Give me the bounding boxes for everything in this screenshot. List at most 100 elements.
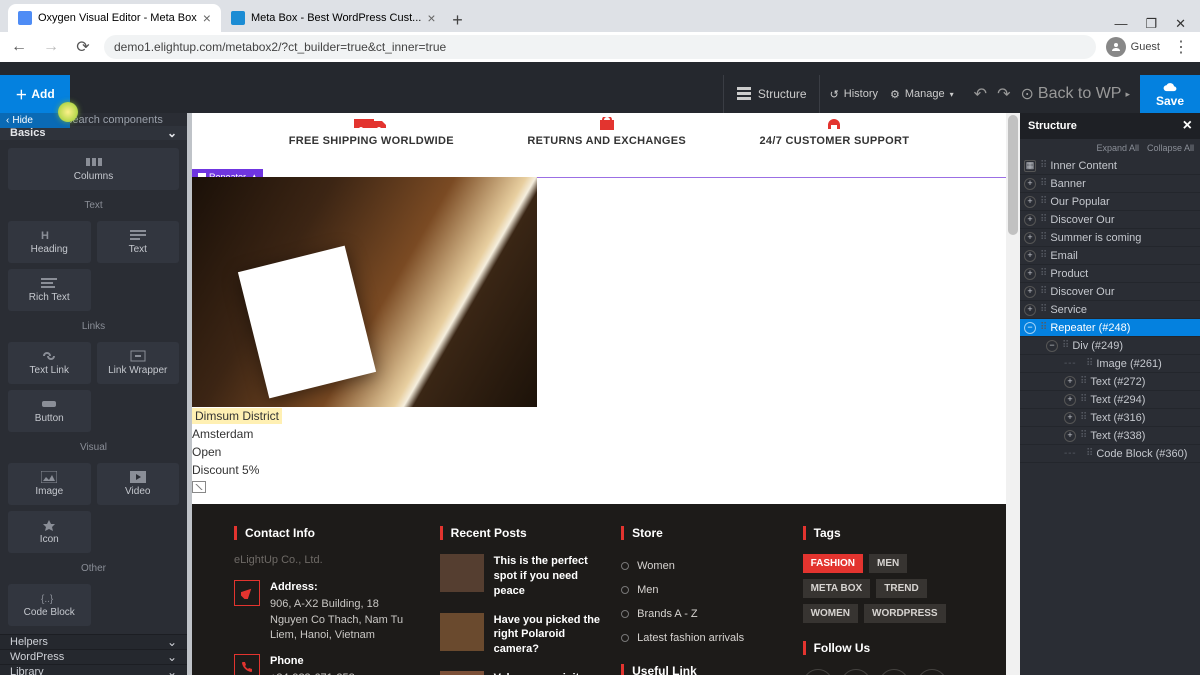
drag-handle[interactable]: ⠿ [1040,286,1046,297]
tile-icon[interactable]: Icon [8,511,91,553]
tile-richtext[interactable]: Rich Text [8,269,91,311]
tree-row[interactable]: +⠿Text (#316) [1020,409,1200,427]
repeater-discount[interactable]: Discount 5% [192,461,1006,479]
category-basics[interactable]: Basics ⌄ [0,126,187,140]
expand-icon[interactable]: + [1064,376,1076,388]
tag-chip[interactable]: TREND [876,579,926,598]
save-button[interactable]: Save [1140,75,1200,113]
tile-heading[interactable]: HHeading [8,221,91,263]
tag-chip[interactable]: FASHION [803,554,863,573]
expand-all[interactable]: Expand All [1096,143,1139,153]
expand-icon[interactable]: + [1024,286,1036,298]
expand-icon[interactable]: + [1024,304,1036,316]
tile-image[interactable]: Image [8,463,91,505]
tree-row[interactable]: - - -⠿Code Block (#360) [1020,445,1200,463]
tree-row[interactable]: +⠿Email [1020,247,1200,265]
tile-video[interactable]: Video [97,463,180,505]
tile-button[interactable]: Button [8,390,91,432]
profile-chip[interactable]: Guest [1106,37,1160,57]
drag-handle[interactable]: ⠿ [1080,412,1086,423]
tree-row[interactable]: +⠿Product [1020,265,1200,283]
tree-row[interactable]: - - -⠿Image (#261) [1020,355,1200,373]
tree-row[interactable]: −⠿Repeater (#248) [1020,319,1200,337]
tile-textlink[interactable]: Text Link [8,342,91,384]
menu-icon[interactable]: ⋮ [1170,36,1192,58]
drag-handle[interactable]: ⠿ [1040,232,1046,243]
drag-handle[interactable]: ⠿ [1040,304,1046,315]
instagram-icon[interactable] [841,669,871,675]
structure-toggle[interactable]: Structure [723,75,820,113]
expand-icon[interactable]: + [1064,430,1076,442]
close-icon[interactable]: × [203,10,211,26]
drag-handle[interactable]: ⠿ [1080,430,1086,441]
tile-codeblock[interactable]: {..}Code Block [8,584,91,626]
category-wordpress[interactable]: WordPress⌄ [0,649,187,664]
close-window-icon[interactable]: ✕ [1175,16,1186,32]
list-item[interactable]: Men [621,578,782,602]
list-item[interactable]: Brands A - Z [621,602,782,626]
minimize-icon[interactable]: — [1114,16,1127,32]
repeater-image[interactable]: DIM SUM DISTRICT [192,177,537,407]
close-icon[interactable]: × [427,10,435,26]
tag-chip[interactable]: WOMEN [803,604,858,623]
tag-chip[interactable]: META BOX [803,579,871,598]
drag-handle[interactable]: ⠿ [1040,250,1046,261]
tree-row[interactable]: +⠿Banner [1020,175,1200,193]
tree-row[interactable]: +⠿Text (#294) [1020,391,1200,409]
collapse-icon[interactable]: − [1024,322,1036,334]
url-input[interactable]: demo1.elightup.com/metabox2/?ct_builder=… [104,35,1096,59]
undo-icon[interactable]: ↶ [974,84,987,104]
list-item[interactable]: Latest fashion arrivals [621,626,782,650]
category-helpers[interactable]: Helpers⌄ [0,634,187,649]
reload-icon[interactable]: ⟳ [72,36,94,58]
post-item[interactable]: Have you picked the right Polaroid camer… [440,613,601,658]
post-item[interactable]: Velusce suscipit quis luctus [440,671,601,675]
close-icon[interactable]: × [1183,117,1192,135]
expand-icon[interactable]: + [1024,196,1036,208]
tag-chip[interactable]: WORDPRESS [864,604,946,623]
drag-handle[interactable]: ⠿ [1040,160,1046,171]
drag-handle[interactable]: ⠿ [1040,268,1046,279]
drag-handle[interactable]: ⠿ [1062,340,1068,351]
collapse-icon[interactable]: − [1046,340,1058,352]
post-item[interactable]: This is the perfect spot if you need pea… [440,554,601,599]
repeater-status[interactable]: Open [192,443,1006,461]
expand-icon[interactable]: + [1024,268,1036,280]
canvas-scrollbar[interactable] [1006,113,1020,675]
scroll-thumb[interactable] [1008,115,1018,235]
tree-row[interactable]: +⠿Discover Our [1020,211,1200,229]
repeater-title[interactable]: Dimsum District [192,408,282,424]
tree-row[interactable]: +⠿Discover Our [1020,283,1200,301]
tree-row[interactable]: +⠿Service [1020,301,1200,319]
tile-text[interactable]: Text [97,221,180,263]
maximize-icon[interactable]: ❐ [1145,16,1157,32]
drag-handle[interactable]: ⠿ [1080,376,1086,387]
collapse-all[interactable]: Collapse All [1147,143,1194,153]
tree-row[interactable]: ▦⠿Inner Content [1020,157,1200,175]
tree-row[interactable]: +⠿Text (#272) [1020,373,1200,391]
repeater-city[interactable]: Amsterdam [192,425,1006,443]
facebook-icon[interactable] [803,669,833,675]
drag-handle[interactable]: ⠿ [1040,196,1046,207]
drag-handle[interactable]: ⠿ [1086,448,1092,459]
drag-handle[interactable]: ⠿ [1040,214,1046,225]
tile-columns[interactable]: Columns [8,148,179,190]
redo-icon[interactable]: ↷ [997,84,1010,104]
list-item[interactable]: Women [621,554,782,578]
tree-row[interactable]: +⠿Our Popular [1020,193,1200,211]
browser-tab[interactable]: Meta Box - Best WordPress Cust... × [221,4,446,32]
linkedin-icon[interactable] [917,669,947,675]
twitter-icon[interactable] [879,669,909,675]
canvas[interactable]: FREE SHIPPING WORLDWIDE RETURNS AND EXCH… [192,113,1006,675]
drag-handle[interactable]: ⠿ [1040,322,1046,333]
category-library[interactable]: Library⌄ [0,664,187,675]
tree-row[interactable]: +⠿Text (#338) [1020,427,1200,445]
tree-row[interactable]: +⠿Summer is coming [1020,229,1200,247]
manage-button[interactable]: ⚙ Manage ▾ [890,88,954,101]
new-tab-button[interactable]: + [446,8,470,32]
tag-chip[interactable]: MEN [869,554,907,573]
expand-icon[interactable]: + [1024,250,1036,262]
drag-handle[interactable]: ⠿ [1040,178,1046,189]
tile-linkwrapper[interactable]: Link Wrapper [97,342,180,384]
expand-icon[interactable]: + [1024,178,1036,190]
